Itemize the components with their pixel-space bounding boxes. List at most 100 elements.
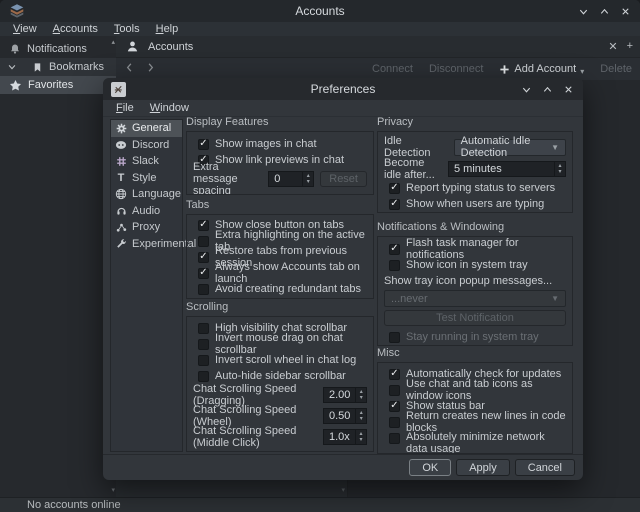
combo-label: Idle Detection bbox=[384, 135, 448, 159]
extra-spacing-spinbox[interactable]: 0 ▴▾ bbox=[268, 171, 314, 187]
checkbox-row[interactable]: Stay running in system tray bbox=[384, 329, 566, 345]
checkbox-row[interactable]: Flash task manager for notifications bbox=[384, 241, 566, 257]
checkbox-row[interactable]: Avoid creating redundant tabs bbox=[193, 281, 367, 297]
connect-button[interactable]: Connect bbox=[372, 63, 413, 75]
checkbox-row[interactable]: Invert scroll wheel in chat log bbox=[193, 352, 367, 368]
checkbox[interactable] bbox=[198, 339, 209, 350]
menu-window[interactable]: Window bbox=[143, 102, 196, 114]
checkbox[interactable] bbox=[198, 139, 209, 150]
disconnect-button[interactable]: Disconnect bbox=[429, 63, 483, 75]
checkbox[interactable] bbox=[389, 183, 400, 194]
menu-file[interactable]: File bbox=[109, 102, 141, 114]
dialog-titlebar[interactable]: Preferences bbox=[103, 78, 583, 100]
nav-item-experimental[interactable]: Experimental bbox=[111, 236, 182, 253]
checkbox[interactable] bbox=[389, 385, 400, 396]
headphones-icon bbox=[115, 205, 127, 216]
scrollbar-up-icon[interactable]: ▴ bbox=[111, 38, 115, 46]
checkbox[interactable] bbox=[389, 244, 400, 255]
checkbox[interactable] bbox=[198, 323, 209, 334]
nav-item-audio[interactable]: Audio bbox=[111, 203, 182, 220]
globe-icon bbox=[115, 188, 127, 200]
checkbox-row[interactable]: Report typing status to servers bbox=[384, 180, 566, 196]
checkbox[interactable] bbox=[389, 369, 400, 380]
close-icon[interactable] bbox=[561, 82, 575, 96]
spinner-arrows-icon[interactable]: ▴▾ bbox=[355, 409, 366, 423]
sidebar-item-label: Bookmarks bbox=[49, 61, 104, 73]
dialog-separator bbox=[103, 454, 583, 455]
sidebar-item-notifications[interactable]: Notifications bbox=[0, 40, 116, 58]
checkbox-row[interactable]: Return creates new lines in code blocks bbox=[384, 414, 566, 430]
back-icon[interactable] bbox=[124, 62, 135, 76]
plus-icon bbox=[499, 64, 510, 75]
spinner-arrows-icon[interactable]: ▴▾ bbox=[302, 172, 313, 186]
checkbox-row[interactable]: Absolutely minimize network data usage (… bbox=[384, 430, 566, 454]
combo-value: Automatic Idle Detection bbox=[461, 135, 545, 159]
checkbox[interactable] bbox=[198, 268, 209, 279]
checkbox[interactable] bbox=[389, 199, 400, 210]
menu-help[interactable]: Help bbox=[149, 23, 186, 35]
checkbox-row[interactable]: Always show Accounts tab on launch bbox=[193, 265, 367, 281]
checkbox-row[interactable]: Show when users are typing bbox=[384, 196, 566, 212]
checkbox[interactable] bbox=[389, 332, 400, 343]
checkbox[interactable] bbox=[389, 401, 400, 412]
close-tab-icon[interactable]: ✕ bbox=[608, 40, 617, 53]
checkbox[interactable] bbox=[389, 260, 400, 271]
reset-button[interactable]: Reset bbox=[320, 171, 367, 187]
scrollbar-down-icon[interactable]: ▾ bbox=[111, 486, 115, 494]
chevron-down-icon: ▼ bbox=[551, 294, 559, 303]
nav-item-general[interactable]: General bbox=[111, 120, 182, 137]
scroll-speed-drag-spinbox[interactable]: 2.00▴▾ bbox=[323, 387, 367, 403]
chevron-down-icon bbox=[7, 62, 17, 72]
checkbox[interactable] bbox=[198, 355, 209, 366]
spinner-arrows-icon[interactable]: ▴▾ bbox=[355, 388, 366, 402]
sidebar-item-favorites[interactable]: Favorites bbox=[0, 76, 116, 94]
scroll-speed-middle-spinbox[interactable]: 1.0x▴▾ bbox=[323, 429, 367, 445]
new-tab-icon[interactable]: + bbox=[627, 40, 633, 53]
spinner-arrows-icon[interactable]: ▴▾ bbox=[355, 430, 366, 444]
checkbox[interactable] bbox=[198, 371, 209, 382]
checkbox[interactable] bbox=[198, 220, 209, 231]
add-account-label: Add Account bbox=[514, 63, 576, 75]
checkbox[interactable] bbox=[389, 433, 400, 444]
checkbox[interactable] bbox=[389, 417, 400, 428]
menu-accounts[interactable]: Accounts bbox=[46, 23, 105, 35]
minimize-icon[interactable] bbox=[519, 82, 533, 96]
spinner-arrows-icon[interactable]: ▴▾ bbox=[554, 162, 565, 176]
close-icon[interactable] bbox=[618, 4, 632, 18]
menu-tools[interactable]: Tools bbox=[107, 23, 147, 35]
cancel-button[interactable]: Cancel bbox=[515, 459, 575, 476]
add-account-button[interactable]: Add Account ▾ bbox=[499, 63, 584, 76]
tab-accounts[interactable]: Accounts bbox=[116, 40, 193, 53]
test-notification-button[interactable]: Test Notification bbox=[384, 310, 566, 326]
checkbox-row[interactable]: Use chat and tab icons as window icons bbox=[384, 382, 566, 398]
checkbox[interactable] bbox=[198, 236, 209, 247]
checkbox-label: Stay running in system tray bbox=[406, 331, 539, 343]
nav-item-discord[interactable]: Discord bbox=[111, 137, 182, 154]
main-titlebar[interactable]: Accounts bbox=[0, 0, 640, 22]
menu-view[interactable]: View bbox=[6, 23, 44, 35]
ok-button[interactable]: OK bbox=[409, 459, 451, 476]
scrollbar-down-icon[interactable]: ▾ bbox=[341, 486, 345, 494]
checkbox-row[interactable]: Invert mouse drag on chat scrollbar bbox=[193, 336, 367, 352]
maximize-icon[interactable] bbox=[597, 4, 611, 18]
scroll-speed-wheel-spinbox[interactable]: 0.50▴▾ bbox=[323, 408, 367, 424]
checkbox[interactable] bbox=[198, 284, 209, 295]
nav-item-style[interactable]: T Style bbox=[111, 170, 182, 187]
group-misc: Misc Automatically check for updates Use… bbox=[377, 348, 573, 454]
sidebar-item-bookmarks[interactable]: Bookmarks bbox=[0, 58, 116, 76]
group-title: Notifications & Windowing bbox=[377, 222, 573, 233]
status-text: No accounts online bbox=[27, 499, 121, 511]
maximize-icon[interactable] bbox=[540, 82, 554, 96]
become-idle-spinbox[interactable]: 5 minutes ▴▾ bbox=[448, 161, 566, 177]
minimize-icon[interactable] bbox=[576, 4, 590, 18]
forward-icon[interactable] bbox=[145, 62, 156, 76]
nav-item-slack[interactable]: Slack bbox=[111, 153, 182, 170]
popup-messages-select[interactable]: ...never ▼ bbox=[384, 290, 566, 307]
checkbox-row[interactable]: Show images in chat bbox=[193, 136, 367, 152]
apply-button[interactable]: Apply bbox=[456, 459, 510, 476]
nav-item-language[interactable]: Language bbox=[111, 186, 182, 203]
checkbox[interactable] bbox=[198, 252, 209, 263]
delete-button[interactable]: Delete bbox=[600, 63, 632, 75]
nav-item-proxy[interactable]: Proxy bbox=[111, 219, 182, 236]
idle-detection-select[interactable]: Automatic Idle Detection ▼ bbox=[454, 139, 566, 156]
